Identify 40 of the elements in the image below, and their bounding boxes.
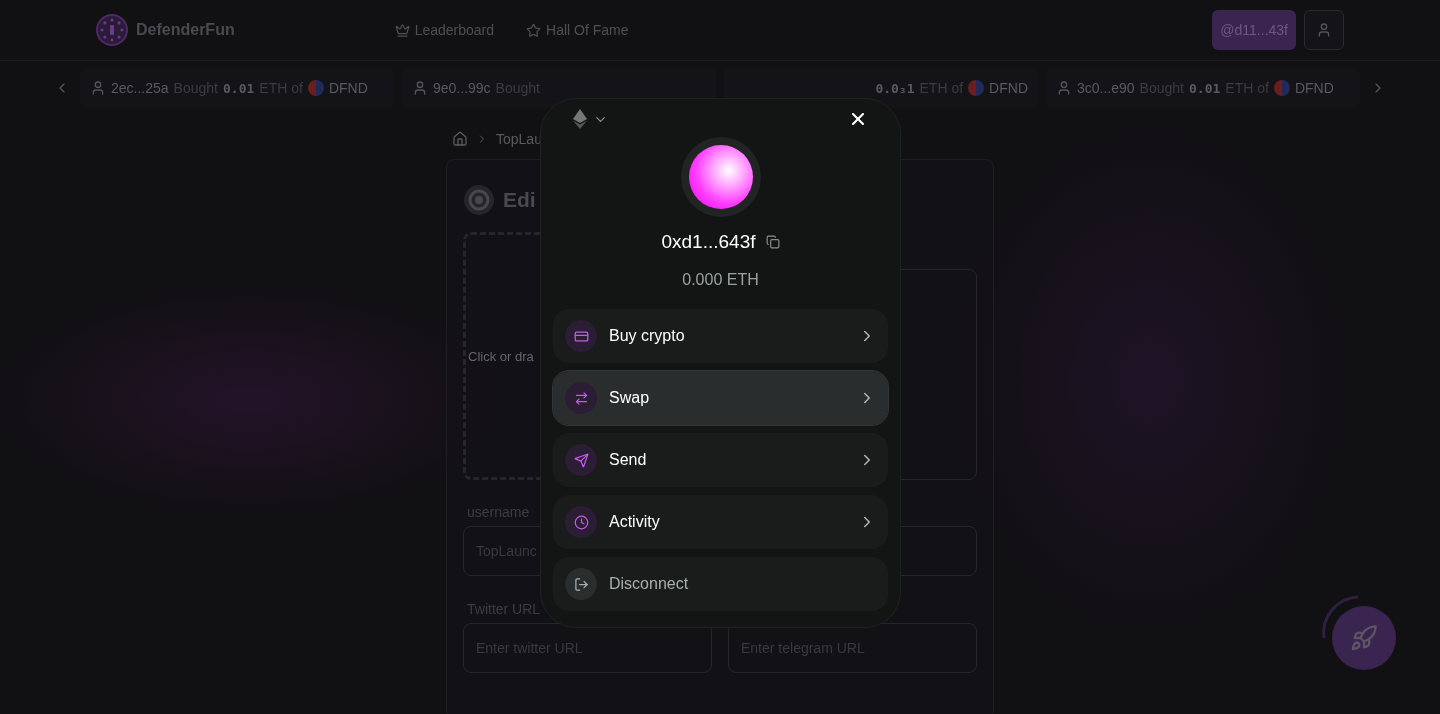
crown-icon bbox=[394, 22, 410, 38]
trader-address: 3c0...e90 bbox=[1077, 80, 1135, 96]
swap-icon bbox=[565, 382, 597, 414]
wallet-action-item[interactable]: Send bbox=[553, 433, 888, 487]
wallet-action-item[interactable]: Disconnect bbox=[553, 557, 888, 611]
wallet-action-item[interactable]: Activity bbox=[553, 495, 888, 549]
user-icon bbox=[90, 80, 106, 96]
user-icon bbox=[1316, 22, 1332, 38]
token-symbol: DFND bbox=[328, 80, 368, 96]
home-icon[interactable] bbox=[452, 131, 468, 147]
user-icon bbox=[412, 80, 428, 96]
trade-amount: 0.01 bbox=[223, 80, 255, 96]
profile-button[interactable] bbox=[1304, 10, 1344, 50]
copy-icon[interactable] bbox=[765, 235, 780, 249]
wallet-address: 0xd1...643f bbox=[661, 231, 756, 253]
wallet-action-item[interactable]: Buy crypto bbox=[553, 309, 888, 363]
ethereum-icon bbox=[573, 109, 587, 129]
token-symbol: DFND bbox=[989, 80, 1028, 96]
wallet-action-item[interactable]: Swap bbox=[553, 371, 888, 425]
form-title: Edi bbox=[503, 188, 536, 212]
token-icon bbox=[1273, 80, 1290, 96]
target-icon bbox=[463, 184, 495, 216]
trade-amount: 0.01 bbox=[1189, 80, 1221, 96]
brand-name: DefenderFun bbox=[136, 21, 235, 39]
trade-amount: 0.0₃1 bbox=[875, 80, 915, 96]
user-icon bbox=[1056, 80, 1072, 96]
send-icon bbox=[565, 444, 597, 476]
rocket-icon bbox=[1350, 624, 1378, 652]
wallet-balance: 0.000 ETH bbox=[682, 271, 759, 289]
trader-address: 9e0...99c bbox=[433, 80, 491, 96]
star-icon bbox=[526, 22, 542, 38]
token-icon bbox=[307, 80, 324, 96]
trader-address: 2ec...25a bbox=[111, 80, 169, 96]
clock-icon bbox=[565, 506, 597, 538]
token-icon bbox=[968, 80, 985, 96]
token-symbol: DFND bbox=[1294, 80, 1334, 96]
logout-icon bbox=[565, 568, 597, 600]
logo-icon bbox=[96, 14, 128, 46]
card-icon bbox=[565, 320, 597, 352]
network-selector[interactable] bbox=[573, 109, 608, 129]
